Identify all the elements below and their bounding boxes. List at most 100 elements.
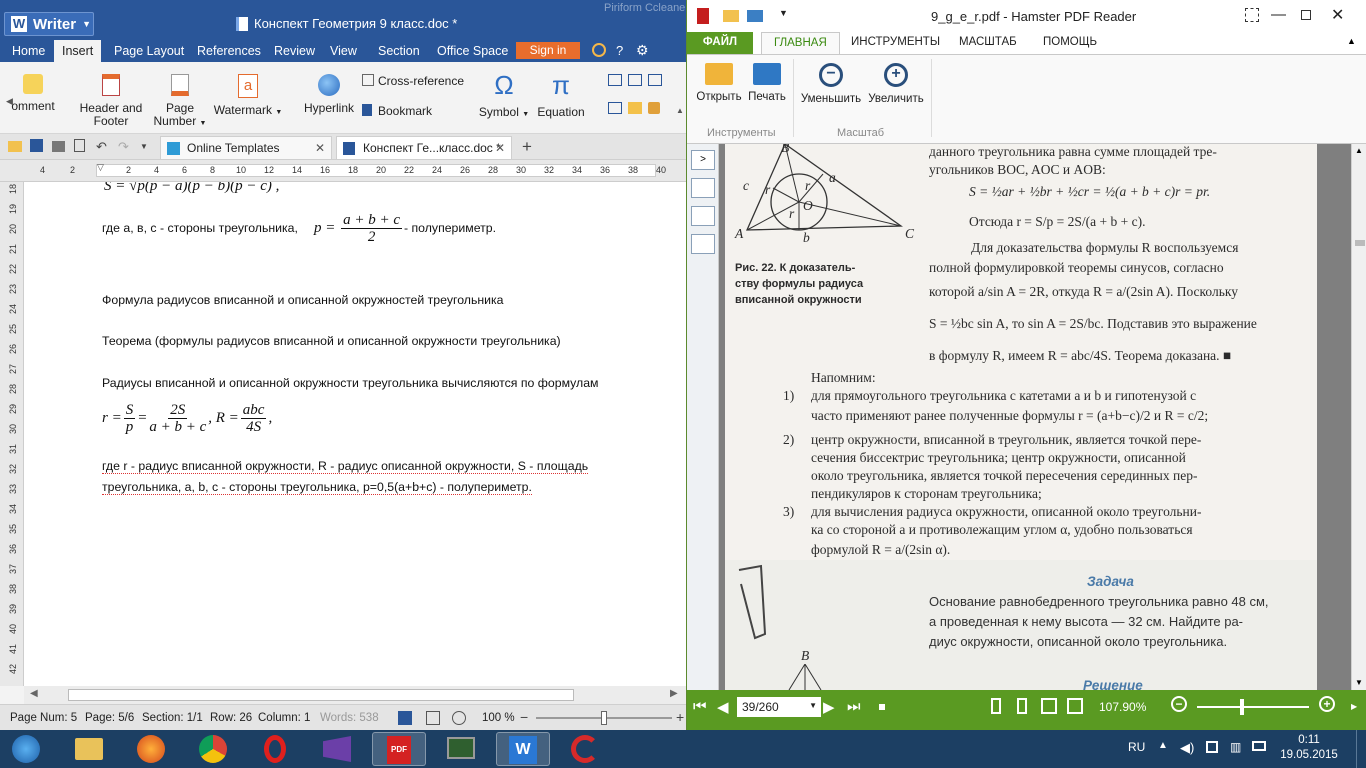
document-page[interactable]: S = √p(p − a)(p − b)(p − c) , где а, в, …	[24, 182, 686, 686]
two-page-view-icon[interactable]	[1041, 698, 1057, 714]
hyperlink-button[interactable]: Hyperlink	[298, 74, 360, 115]
volume-icon[interactable]: ◀)	[1180, 740, 1194, 756]
writer-app-menu-button[interactable]: W Writer ▼	[4, 12, 94, 36]
horizontal-ruler[interactable]: ▽ 4 2 2 4 6 8 10 12 14 16 18 20 22 24 26…	[0, 160, 686, 182]
bookmark-button[interactable]: Bookmark	[362, 104, 432, 118]
page-view-icon[interactable]	[398, 711, 412, 725]
help-icon[interactable]: ?	[616, 43, 623, 58]
network-icon[interactable]: ▥	[1230, 740, 1241, 754]
zoom-out-button[interactable]: − Уменьшить	[799, 63, 863, 105]
opera-taskbar-button[interactable]	[248, 732, 302, 766]
pdf-zoom-percent[interactable]: 107.90%	[1099, 700, 1146, 714]
keyboard-icon[interactable]	[1252, 741, 1266, 751]
fullscreen-icon[interactable]	[1245, 8, 1259, 22]
tab-help[interactable]: ПОМОЩЬ	[1043, 32, 1097, 54]
zoom-slider-thumb[interactable]	[601, 711, 607, 725]
chevron-down-icon[interactable]: ▼	[140, 142, 155, 157]
continuous-view-icon[interactable]	[1017, 698, 1027, 714]
print-preview-icon[interactable]	[74, 139, 89, 154]
outline-view-icon[interactable]	[426, 711, 440, 725]
chrome-taskbar-button[interactable]	[186, 732, 240, 766]
sign-in-button[interactable]: Sign in	[516, 42, 580, 59]
new-tab-plus-icon[interactable]: +	[522, 137, 532, 157]
maximize-icon[interactable]	[1301, 10, 1311, 20]
scroll-right-icon[interactable]: ▶	[670, 688, 678, 699]
language-indicator[interactable]: RU	[1128, 740, 1145, 754]
tab-file[interactable]: ФАЙЛ	[687, 32, 753, 54]
tab-document[interactable]: Конспект Ге...класс.doc * ✕	[336, 136, 512, 159]
layers-panel-icon[interactable]	[691, 234, 715, 254]
system-monitor-taskbar-button[interactable]	[434, 732, 488, 766]
lock-icon[interactable]	[648, 102, 660, 114]
chevron-down-icon[interactable]: ▼	[809, 701, 817, 710]
open-button[interactable]: Открыть	[695, 63, 743, 103]
previous-page-icon[interactable]: ◀	[717, 698, 729, 716]
vertical-ruler[interactable]: 18 19 20 21 22 23 24 25 26 27 28 29 30 3…	[0, 182, 24, 686]
pdf-zoom-slider-thumb[interactable]	[1239, 699, 1244, 715]
symbol-button[interactable]: Ω Symbol ▼	[476, 72, 532, 121]
scroll-thumb[interactable]	[68, 689, 574, 701]
save-icon[interactable]	[30, 139, 45, 154]
action-center-icon[interactable]	[1206, 741, 1218, 753]
web-view-icon[interactable]	[452, 711, 466, 725]
bookmarks-panel-icon[interactable]	[691, 178, 715, 198]
comment-button[interactable]: omment	[4, 74, 62, 113]
menu-section[interactable]: Section	[378, 44, 420, 58]
scroll-up-icon[interactable]: ▲	[1355, 146, 1363, 155]
visual-studio-taskbar-button[interactable]	[310, 732, 364, 766]
firefox-taskbar-button[interactable]	[124, 732, 178, 766]
pdf-page-view[interactable]: A C a b c O r r r B Рис. 22. К доказател…	[719, 144, 1359, 690]
close-icon[interactable]: ✕	[495, 141, 505, 155]
expand-panel-icon[interactable]: >	[691, 150, 715, 170]
close-icon[interactable]: ✕	[315, 141, 325, 155]
zoom-in-button[interactable]: + Увеличить	[865, 63, 927, 105]
scroll-right-icon[interactable]: ▶	[1351, 702, 1357, 711]
show-desktop-button[interactable]	[1356, 730, 1366, 768]
writer-taskbar-button[interactable]: W	[496, 732, 550, 766]
chevron-down-icon[interactable]: ▼	[779, 8, 788, 18]
minimize-icon[interactable]: —	[1271, 6, 1286, 23]
tab-home[interactable]: ГЛАВНАЯ	[761, 32, 840, 54]
scroll-down-icon[interactable]: ▼	[1355, 678, 1363, 687]
small-tool-icon[interactable]	[608, 102, 622, 114]
ccleaner-taskbar-button[interactable]	[558, 732, 612, 766]
hamster-pdf-taskbar-button[interactable]: PDF	[372, 732, 426, 766]
explorer-taskbar-button[interactable]	[62, 732, 116, 766]
next-page-icon[interactable]: ▶	[823, 698, 835, 716]
ribbon-scroll-left-icon[interactable]: ◀	[6, 96, 13, 107]
cross-reference-button[interactable]: Cross-reference	[362, 74, 464, 88]
menu-view[interactable]: View	[330, 44, 357, 58]
equation-button[interactable]: π Equation	[534, 72, 588, 119]
menu-review[interactable]: Review	[274, 44, 315, 58]
tab-online-templates[interactable]: Online Templates ✕	[160, 136, 332, 159]
zoom-percent[interactable]: 100 %	[482, 712, 515, 724]
print-button[interactable]: Печать	[745, 63, 789, 103]
scroll-left-icon[interactable]: ◀	[30, 688, 38, 699]
ribbon-collapse-icon[interactable]: ▲	[676, 106, 684, 115]
skin-icon[interactable]	[592, 43, 606, 57]
status-words[interactable]: Words: 538	[320, 712, 379, 724]
close-icon[interactable]: ✕	[1331, 5, 1344, 25]
last-page-icon[interactable]: ⏭	[847, 698, 861, 715]
settings-icon[interactable]: ⚙	[636, 42, 649, 59]
small-tool-icon[interactable]	[628, 74, 642, 86]
open-folder-icon[interactable]	[8, 139, 23, 154]
small-tool-icon[interactable]	[648, 74, 662, 86]
tab-tools[interactable]: ИНСТРУМЕНТЫ	[851, 32, 940, 54]
two-page-continuous-icon[interactable]	[1067, 698, 1083, 714]
start-button[interactable]	[4, 732, 48, 766]
small-tool-icon[interactable]	[608, 74, 622, 86]
pages-panel-icon[interactable]	[691, 206, 715, 226]
page-number-button[interactable]: Page Number ▼	[150, 74, 210, 130]
show-hidden-icons-icon[interactable]: ▲	[1158, 740, 1168, 751]
tab-scale[interactable]: МАСШТАБ	[959, 32, 1017, 54]
menu-page-layout[interactable]: Page Layout	[114, 44, 184, 58]
menu-insert[interactable]: Insert	[54, 40, 102, 62]
horizontal-scrollbar[interactable]: ◀ ▶	[24, 686, 686, 704]
single-page-view-icon[interactable]	[991, 698, 1001, 714]
zoom-in-icon[interactable]: +	[676, 709, 684, 725]
zoom-in-icon[interactable]: +	[1319, 696, 1335, 712]
print-icon[interactable]	[747, 10, 763, 22]
open-folder-icon[interactable]	[723, 10, 739, 22]
eraser-icon[interactable]	[628, 102, 642, 114]
